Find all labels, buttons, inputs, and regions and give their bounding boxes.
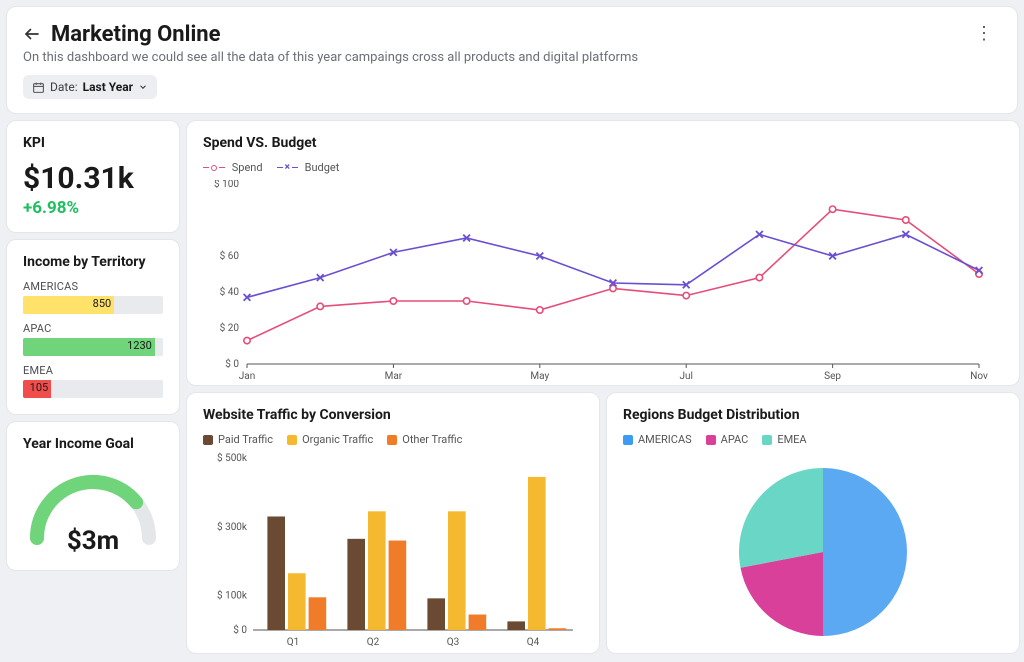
page-header: Marketing Online ⋮ On this dashboard we … — [6, 6, 1018, 114]
spend-budget-panel: Spend VS. Budget Spend × Budget $ 0$ 20$… — [186, 120, 1020, 386]
goal-value: $3m — [67, 526, 119, 556]
svg-text:Q1: Q1 — [287, 637, 300, 648]
back-arrow-icon[interactable] — [23, 25, 41, 43]
date-filter-chip[interactable]: Date: Last Year — [23, 75, 157, 99]
svg-text:Sep: Sep — [824, 371, 841, 382]
svg-text:Jan: Jan — [239, 371, 255, 382]
page-subtitle: On this dashboard we could see all the d… — [23, 50, 1001, 65]
svg-text:May: May — [530, 371, 549, 382]
goal-panel: Year Income Goal $3m — [6, 421, 180, 571]
territory-bar: 1230 — [23, 338, 163, 356]
traffic-chart: $ 0 $ 100k $ 300k $ 500k Q1 Q2 Q3 Q4 — [203, 452, 583, 652]
territory-label: EMEA — [23, 364, 163, 377]
date-filter-value: Last Year — [83, 80, 133, 94]
kpi-title: KPI — [23, 135, 163, 151]
spend-budget-legend: Spend × Budget — [203, 161, 1003, 174]
territory-label: AMERICAS — [23, 280, 163, 293]
regions-pie-panel: Regions Budget Distribution AMERICAS APA… — [606, 392, 1020, 654]
territory-bar: 850 — [23, 296, 163, 314]
svg-text:Nov: Nov — [970, 371, 988, 382]
svg-text:$ 100k: $ 100k — [217, 589, 248, 602]
svg-text:$ 500k: $ 500k — [217, 452, 248, 464]
kpi-change: +6.98% — [23, 198, 163, 218]
spend-budget-title: Spend VS. Budget — [203, 135, 1003, 151]
regions-pie-chart — [623, 452, 1003, 644]
svg-text:Jul: Jul — [679, 371, 692, 382]
spend-budget-chart: $ 0 $ 20 $ 40 $ 60 $ 100 Jan Mar May Jul Sep Nov — [203, 180, 993, 388]
goal-title: Year Income Goal — [23, 436, 163, 452]
svg-text:Q3: Q3 — [447, 637, 460, 648]
territory-bar: 105 — [23, 380, 163, 398]
more-menu-icon[interactable]: ⋮ — [967, 21, 1001, 47]
territory-label: APAC — [23, 322, 163, 335]
svg-text:$ 0: $ 0 — [233, 623, 247, 636]
traffic-panel: Website Traffic by Conversion Paid Traff… — [186, 392, 600, 654]
svg-text:Mar: Mar — [385, 371, 403, 382]
chevron-down-icon — [138, 82, 148, 92]
svg-text:$ 0: $ 0 — [225, 357, 239, 370]
territory-title: Income by Territory — [23, 254, 163, 270]
kpi-panel: KPI $10.31k +6.98% — [6, 120, 180, 233]
date-filter-label: Date: — [50, 80, 78, 94]
territory-panel: Income by Territory AMERICAS 850 APAC 12… — [6, 239, 180, 415]
svg-text:$ 60: $ 60 — [220, 249, 240, 262]
svg-text:Q4: Q4 — [527, 637, 540, 648]
regions-pie-title: Regions Budget Distribution — [623, 407, 1003, 423]
svg-text:Q2: Q2 — [367, 637, 380, 648]
svg-text:$ 300k: $ 300k — [217, 520, 248, 533]
page-title: Marketing Online — [51, 22, 221, 47]
svg-text:$ 40: $ 40 — [220, 285, 240, 298]
traffic-title: Website Traffic by Conversion — [203, 407, 583, 423]
svg-text:$ 20: $ 20 — [220, 321, 240, 334]
traffic-legend: Paid Traffic Organic Traffic Other Traff… — [203, 433, 583, 446]
kpi-value: $10.31k — [23, 161, 163, 196]
regions-pie-legend: AMERICAS APAC EMEA — [623, 433, 1003, 446]
svg-text:$ 100: $ 100 — [214, 180, 239, 190]
